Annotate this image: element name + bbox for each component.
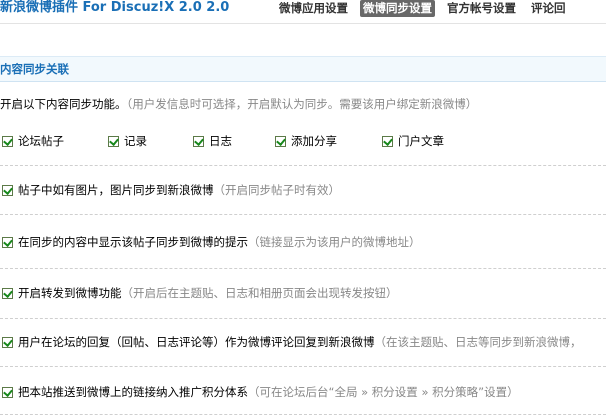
checkbox-checked-icon[interactable] [2, 184, 13, 196]
option-hint: （开启同步帖子时有效） [213, 183, 341, 197]
option-label: 把本站推送到微博上的链接纳入推广积分体系 [18, 385, 248, 399]
divider [0, 414, 606, 415]
sync-item-forum-posts[interactable]: 论坛帖子 [2, 133, 64, 149]
intro-text: 开启以下内容同步功能。（用户发信息时可选择，开启默认为同步。需要该用户绑定新浪微… [0, 96, 477, 112]
checkbox-checked-icon[interactable] [2, 336, 13, 348]
sync-item-portal-articles[interactable]: 门户文章 [382, 133, 444, 149]
divider [0, 165, 606, 166]
option-label: 用户在论坛的回复（回帖、日志评论等）作为微博评论回复到新浪微博 [18, 335, 375, 349]
sync-item-label: 记录 [124, 134, 147, 148]
sync-items-row: 论坛帖子 记录 日志 添加分享 门户文章 [0, 133, 606, 151]
checkbox-checked-icon[interactable] [193, 135, 204, 147]
option-hint: （开启后在主题贴、日志和相册页面会出现转发按钮） [121, 286, 398, 300]
option-hint: （在该主题贴、日志等同步到新浪微博， [374, 335, 582, 349]
option-promotion-credits[interactable]: 把本站推送到微博上的链接纳入推广积分体系 （可在论坛后台“全局 » 积分设置 » … [0, 384, 606, 400]
checkbox-checked-icon[interactable] [2, 135, 13, 147]
divider [0, 318, 606, 319]
sync-item-records[interactable]: 记录 [108, 133, 147, 149]
option-label: 开启转发到微博功能 [18, 286, 122, 300]
checkbox-checked-icon[interactable] [275, 135, 286, 147]
checkbox-checked-icon[interactable] [382, 135, 393, 147]
app-title: 新浪微博插件 For Discuz!X 2.0 2.0 [0, 0, 230, 15]
option-enable-repost[interactable]: 开启转发到微博功能 （开启后在主题贴、日志和相册页面会出现转发按钮） [0, 285, 606, 301]
option-sync-images[interactable]: 帖子中如有图片，图片同步到新浪微博 （开启同步帖子时有效） [0, 182, 606, 198]
option-label: 在同步的内容中显示该帖子同步到微博的提示 [18, 235, 248, 249]
tab-bar: 微博应用设置 微博同步设置 官方帐号设置 评论回 [276, 0, 578, 18]
option-show-sync-hint[interactable]: 在同步的内容中显示该帖子同步到微博的提示 （链接显示为该用户的微博地址） [0, 234, 606, 250]
tab-weibo-sync-settings[interactable]: 微博同步设置 [360, 0, 435, 17]
option-sync-replies[interactable]: 用户在论坛的回复（回帖、日志评论等）作为微博评论回复到新浪微博 （在该主题贴、日志… [0, 334, 606, 350]
intro-hint: （用户发信息时可选择，开启默认为同步。需要该用户绑定新浪微博） [126, 97, 478, 111]
section-title: 内容同步关联 [0, 62, 69, 76]
option-hint: （链接显示为该用户的微博地址） [248, 235, 421, 249]
tab-weibo-app-settings[interactable]: 微博应用设置 [276, 0, 351, 17]
sync-item-label: 日志 [209, 134, 232, 148]
header-divider [0, 23, 606, 24]
checkbox-checked-icon[interactable] [2, 236, 13, 248]
sync-item-share[interactable]: 添加分享 [275, 133, 337, 149]
sync-item-label: 门户文章 [398, 134, 444, 148]
option-hint: （可在论坛后台“全局 » 积分设置 » 积分策略”设置） [248, 385, 519, 399]
divider [0, 366, 606, 367]
section-header: 内容同步关联 [0, 56, 606, 82]
divider [0, 214, 606, 215]
tab-comment-reply[interactable]: 评论回 [528, 0, 569, 17]
checkbox-checked-icon[interactable] [2, 287, 13, 299]
sync-item-label: 添加分享 [291, 134, 337, 148]
sync-item-label: 论坛帖子 [18, 134, 64, 148]
divider [0, 268, 606, 269]
intro-label: 开启以下内容同步功能。 [0, 97, 127, 111]
header: 新浪微博插件 For Discuz!X 2.0 2.0 微博应用设置 微博同步设… [0, 0, 606, 22]
checkbox-checked-icon[interactable] [2, 386, 13, 398]
checkbox-checked-icon[interactable] [108, 135, 119, 147]
sync-item-blog[interactable]: 日志 [193, 133, 232, 149]
tab-official-account-settings[interactable]: 官方帐号设置 [444, 0, 519, 17]
option-label: 帖子中如有图片，图片同步到新浪微博 [18, 183, 214, 197]
